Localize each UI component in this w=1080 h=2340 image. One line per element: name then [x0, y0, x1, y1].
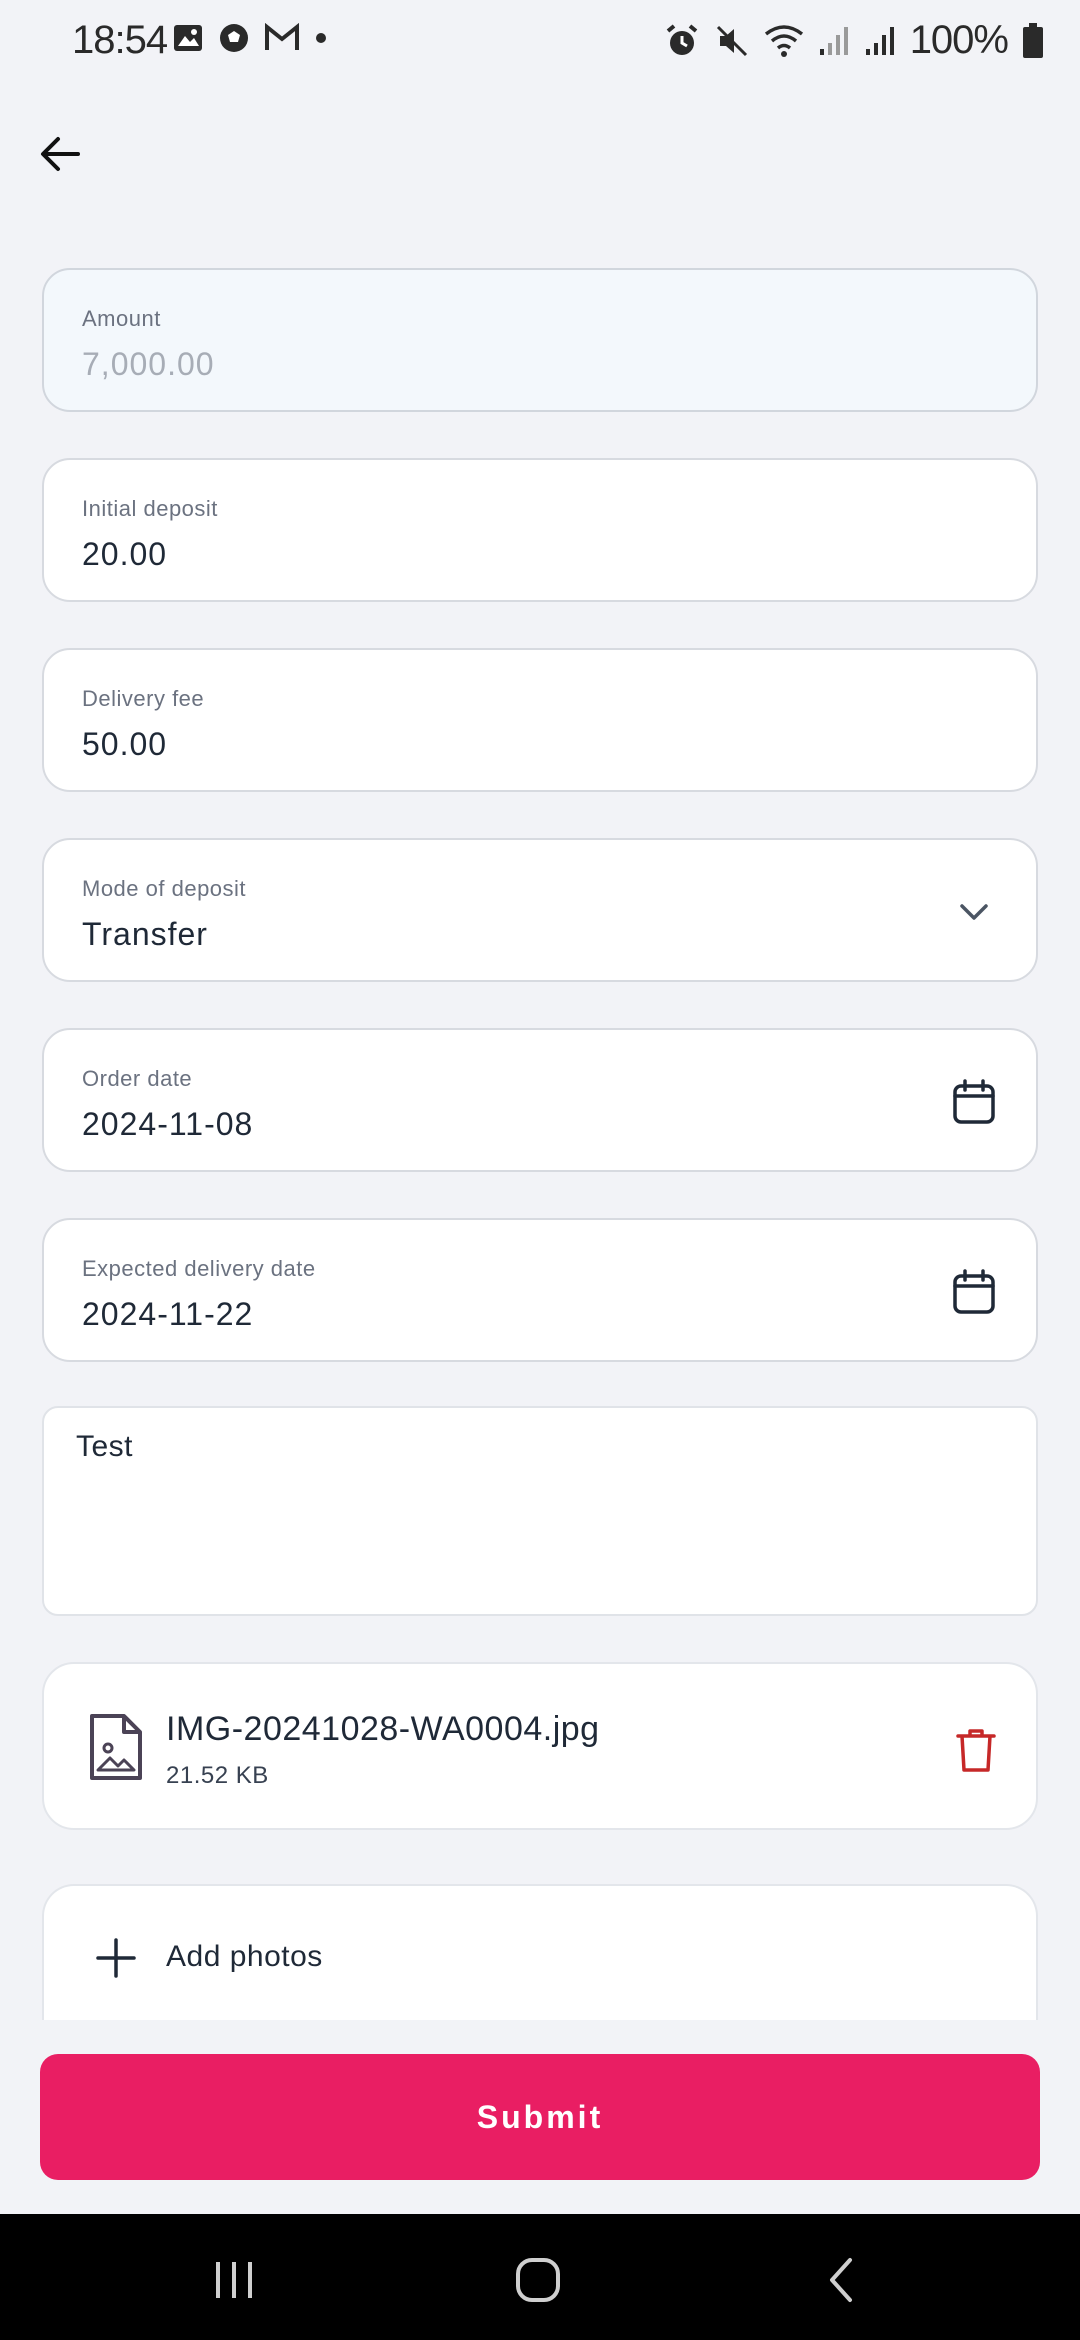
add-photos-label: Add photos: [166, 1940, 323, 1973]
order-date-value: 2024-11-08: [82, 1106, 254, 1142]
amount-field[interactable]: Amount 7,000.00: [42, 268, 1038, 412]
mute-icon: [716, 25, 747, 56]
initial-deposit-label: Initial deposit: [82, 496, 218, 521]
gallery-icon: [174, 25, 202, 51]
battery-icon: [1023, 22, 1043, 58]
delivery-fee-field[interactable]: Delivery fee 50.00: [42, 648, 1038, 792]
attachment-size: 21.52 KB: [166, 1762, 269, 1789]
system-nav-bar: [0, 2214, 1080, 2340]
battery-percent: 100%: [909, 18, 1009, 62]
notes-value: Test: [76, 1430, 134, 1463]
delivery-fee-value: 50.00: [82, 726, 168, 762]
signal-icon: [865, 26, 894, 55]
back-button[interactable]: [36, 130, 84, 178]
initial-deposit-field[interactable]: Initial deposit 20.00: [42, 458, 1038, 602]
gmail-icon: [265, 23, 299, 50]
delivery-fee-label: Delivery fee: [82, 686, 205, 711]
calendar-icon[interactable]: [950, 1078, 998, 1126]
back-nav-icon[interactable]: [812, 2256, 872, 2304]
signal-icon: [819, 26, 848, 55]
expected-delivery-date-field[interactable]: Expected delivery date 2024-11-22: [42, 1218, 1038, 1362]
notes-textarea[interactable]: Test: [42, 1406, 1038, 1616]
order-date-label: Order date: [82, 1066, 193, 1091]
submit-button[interactable]: Submit: [40, 2054, 1040, 2180]
expected-delivery-date-value: 2024-11-22: [82, 1296, 254, 1332]
mode-of-deposit-label: Mode of deposit: [82, 876, 247, 901]
add-photos-button[interactable]: Add photos: [42, 1884, 1038, 2020]
dot-icon: [316, 33, 326, 43]
arrow-left-icon: [41, 137, 80, 171]
attachment-card: IMG-20241028-WA0004.jpg 21.52 KB: [42, 1662, 1038, 1830]
status-bar: 18:54 100%: [0, 0, 1080, 80]
mode-of-deposit-select[interactable]: Mode of deposit Transfer: [42, 838, 1038, 982]
status-time: 18:54: [72, 18, 168, 62]
expected-delivery-date-label: Expected delivery date: [82, 1256, 316, 1281]
initial-deposit-value: 20.00: [82, 536, 168, 572]
football-icon: [220, 24, 248, 52]
wifi-icon: [764, 24, 803, 57]
recent-apps-icon[interactable]: [204, 2256, 264, 2304]
chevron-down-icon: [960, 904, 988, 920]
amount-value: 7,000.00: [82, 346, 215, 382]
image-file-icon: [90, 1714, 142, 1780]
home-icon[interactable]: [508, 2256, 568, 2304]
trash-icon[interactable]: [954, 1726, 998, 1774]
mode-of-deposit-value: Transfer: [82, 916, 208, 952]
plus-icon: [96, 1938, 136, 1978]
attachment-name: IMG-20241028-WA0004.jpg: [166, 1710, 600, 1748]
alarm-icon: [666, 23, 697, 55]
order-date-field[interactable]: Order date 2024-11-08: [42, 1028, 1038, 1172]
calendar-icon[interactable]: [950, 1268, 998, 1316]
amount-label: Amount: [82, 306, 161, 331]
